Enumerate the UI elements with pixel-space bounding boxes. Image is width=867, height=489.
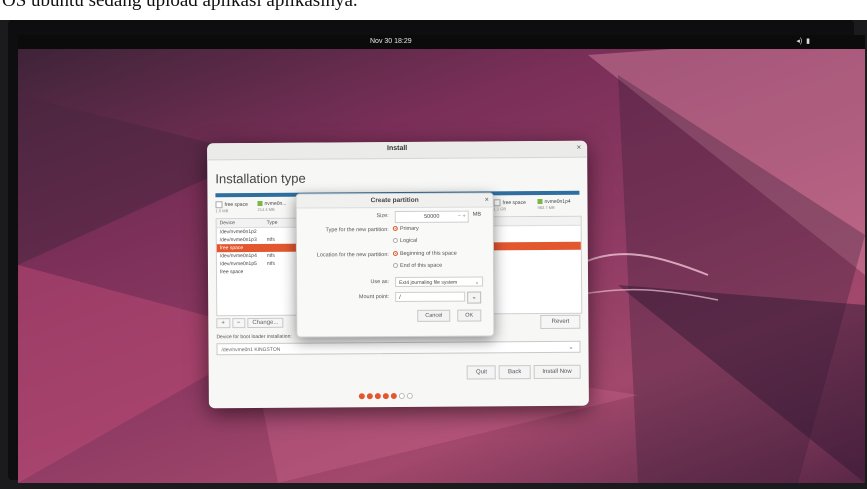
navigation-buttons: Quit Back Install Now [464, 364, 581, 380]
mount-point-input[interactable]: / [395, 291, 466, 302]
row-type: ntfs [266, 236, 275, 243]
boot-loader-value: /dev/nvme0n1 KINGSTON [221, 346, 281, 354]
radio-beginning[interactable]: Beginning of this space [392, 250, 457, 257]
photo-caption: OS ubuntu sedang upload aplikasi aplikas… [0, 0, 867, 20]
size-input[interactable]: 50000 − + [394, 210, 469, 224]
radio-end[interactable]: End of this space [392, 262, 443, 269]
progress-dot-empty [406, 392, 413, 399]
boot-loader-label: Device for boot loader installation: [216, 333, 292, 341]
chevron-down-icon: ⌄ [568, 344, 574, 351]
row-device: free space [219, 269, 244, 276]
column-header-device[interactable]: Device [220, 220, 235, 226]
radio-checked-icon [392, 226, 398, 232]
legend-item: nvme0n1p4 983.7 MB [537, 199, 571, 211]
cancel-button[interactable]: Cancel [417, 309, 451, 322]
legend-label: free space [502, 199, 526, 207]
row-device: /dev/nvme0n1p2 [219, 228, 257, 236]
legend-swatch [493, 199, 501, 207]
table-buttons: + − Change... [216, 317, 285, 329]
row-device: /dev/nvme0n1p4 [219, 252, 257, 260]
row-device: /dev/nvme0n1p5 [219, 260, 257, 268]
progress-dot-filled [358, 393, 365, 400]
stepper-icon[interactable]: − + [458, 212, 466, 222]
progress-dot-filled [382, 393, 389, 400]
legend-item: nvme0n... 214.4 MB [257, 201, 286, 212]
revert-button[interactable]: Revert [540, 314, 581, 330]
mount-point-value: / [399, 294, 401, 301]
row-device: /dev/nvme0n1p3 [219, 236, 257, 244]
create-partition-dialog: Create partition × Size: 50000 − + MB Ty… [295, 192, 495, 338]
back-button[interactable]: Back [498, 365, 531, 380]
legend-size: 1.0 MB [215, 208, 229, 214]
radio-unchecked-icon [392, 238, 398, 244]
row-type: ntfs [266, 252, 275, 259]
type-label: Type for the new partition: [325, 227, 389, 234]
legend-swatch [257, 201, 263, 207]
use-as-value: Ext4 journaling file system [399, 279, 458, 286]
window-titlebar[interactable]: Install × [207, 140, 588, 161]
radio-logical[interactable]: Logical [392, 237, 418, 244]
legend-item: free space 1.1 GB [493, 199, 526, 212]
progress-dot-filled [374, 393, 381, 400]
radio-checked-icon [392, 251, 398, 257]
location-label: Location for the new partition: [316, 252, 389, 259]
size-value: 50000 [424, 213, 440, 220]
caption-text: OS ubuntu sedang upload aplikasi aplikas… [2, 0, 358, 11]
add-partition-button[interactable]: + [216, 318, 230, 329]
sound-icon[interactable]: ◂) [796, 38, 802, 45]
legend-swatch [537, 199, 543, 205]
radio-primary[interactable]: Primary [392, 225, 419, 232]
dialog-titlebar[interactable]: Create partition × [296, 193, 493, 209]
use-as-label: Use as: [370, 279, 390, 286]
row-type: ntfs [266, 260, 276, 267]
top-bar: Nov 30 18:29 ◂) ▮ [18, 35, 865, 49]
legend-item: free space 1.0 MB [215, 201, 248, 214]
change-partition-button[interactable]: Change... [247, 317, 284, 329]
radio-label: End of this space [399, 262, 443, 269]
legend-size: 1.1 GB [493, 206, 507, 212]
column-header-type[interactable]: Type [267, 220, 278, 226]
dialog-title: Create partition [370, 196, 419, 205]
page-title: Installation type [215, 170, 306, 187]
chevron-down-icon: ⌄ [471, 294, 477, 301]
boot-loader-select[interactable]: /dev/nvme0n1 KINGSTON ⌄ [216, 340, 581, 356]
remove-partition-button[interactable]: − [231, 318, 246, 329]
install-now-button[interactable]: Install Now [533, 364, 581, 380]
window-title: Install [386, 144, 408, 153]
clock[interactable]: Nov 30 18:29 [370, 38, 412, 45]
progress-dot-empty [398, 392, 405, 399]
close-icon[interactable]: × [485, 194, 489, 207]
battery-icon[interactable]: ▮ [806, 38, 810, 45]
mount-point-label: Mount point: [358, 294, 390, 301]
size-unit: MB [472, 211, 482, 218]
system-tray[interactable]: ◂) ▮ [796, 37, 810, 45]
size-label: Size: [376, 213, 389, 220]
close-icon[interactable]: × [576, 143, 581, 152]
radio-label: Beginning of this space [399, 250, 457, 257]
radio-label: Logical [399, 237, 418, 244]
legend-size: 214.4 MB [257, 206, 275, 212]
radio-unchecked-icon [392, 263, 399, 269]
progress-dot-filled [366, 393, 373, 400]
desktop-screen: Nov 30 18:29 ◂) ▮ Install × Installation… [18, 35, 865, 483]
progress-dot-filled [390, 393, 397, 400]
quit-button[interactable]: Quit [466, 365, 497, 380]
chevron-down-icon: ⌄ [474, 279, 480, 286]
progress-dots [358, 386, 415, 404]
legend-size: 983.7 MB [537, 204, 555, 211]
legend-label: free space [224, 201, 248, 209]
use-as-select[interactable]: Ext4 journaling file system ⌄ [395, 276, 484, 287]
radio-label: Primary [399, 225, 419, 232]
ok-button[interactable]: OK [457, 309, 482, 322]
row-device: free space [219, 245, 244, 252]
mount-point-dropdown[interactable]: ⌄ [467, 291, 482, 304]
legend-swatch [215, 201, 223, 209]
